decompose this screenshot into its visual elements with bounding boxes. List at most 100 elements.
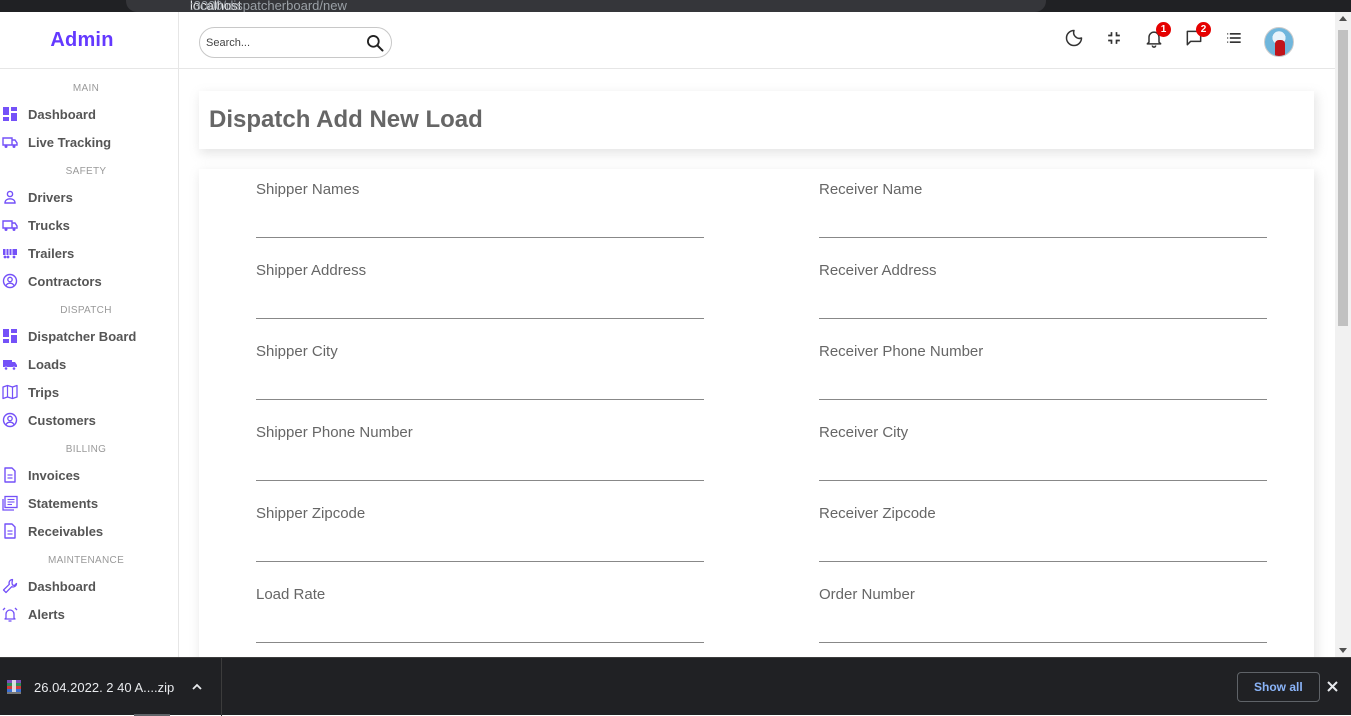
scroll-down-arrow-icon[interactable] (1339, 648, 1347, 653)
sidebar-section-main: MAIN (72, 83, 100, 94)
sidebar-item-label: Trailers (28, 245, 75, 261)
sidebar-item-maintenance-dashboard[interactable]: Dashboard (0, 572, 178, 600)
field-label: Receiver City (819, 424, 909, 441)
notifications-icon[interactable]: 1 (1144, 22, 1171, 48)
search-input[interactable] (206, 36, 361, 49)
alarm-icon (2, 606, 18, 622)
field-label: Receiver Zipcode (819, 505, 936, 522)
sidebar-item-main-live-tracking[interactable]: Live Tracking (0, 128, 178, 156)
search-icon[interactable] (365, 33, 385, 53)
field-receiver-name: Receiver Name (819, 181, 1267, 238)
sidebar-item-dispatch-trips[interactable]: Trips (0, 378, 178, 406)
load-rate-input[interactable] (256, 611, 704, 643)
receiver-phone-number-input[interactable] (819, 368, 1267, 400)
close-icon[interactable] (1325, 679, 1340, 694)
sidebar-item-label: Drivers (28, 189, 73, 205)
sidebar-item-label: Alerts (28, 606, 65, 622)
sidebar-item-safety-trailers[interactable]: Trailers (0, 239, 178, 267)
shipper-zipcode-input[interactable] (256, 530, 704, 562)
page-scrollbar[interactable] (1335, 12, 1351, 657)
field-shipper-city: Shipper City (256, 343, 704, 400)
field-order-number: Order Number (819, 586, 1267, 643)
field-label: Receiver Phone Number (819, 343, 984, 360)
logo[interactable]: Admin (0, 12, 178, 69)
sidebar-item-billing-invoices[interactable]: Invoices (0, 461, 178, 489)
sidebar: Admin MAIN Dashboard Live Tracking SAFETY Dr… (0, 12, 179, 657)
sidebar-item-safety-drivers[interactable]: Drivers (0, 183, 178, 211)
main-content: Dispatch Add New Load Shipper Names Shipp… (179, 69, 1335, 669)
field-label: Receiver Address (819, 262, 937, 279)
shipper-address-input[interactable] (256, 287, 704, 319)
receiver-city-input[interactable] (819, 449, 1267, 481)
receiver-address-input[interactable] (819, 287, 1267, 319)
sidebar-item-billing-statements[interactable]: Statements (0, 489, 178, 517)
download-item[interactable]: 26.04.2022. 2 40 A....zip (0, 658, 222, 716)
page-title: Dispatch Add New Load (209, 106, 483, 133)
sidebar-item-label: Trucks (28, 217, 70, 233)
sidebar-item-dispatch-loads[interactable]: Loads (0, 350, 178, 378)
receiver-zipcode-input[interactable] (819, 530, 1267, 562)
person-icon (2, 189, 18, 205)
topbar: 1 2 (179, 12, 1335, 69)
sidebar-item-dispatch-customers[interactable]: Customers (0, 406, 178, 434)
dashboard-icon (2, 328, 18, 344)
field-load-rate: Load Rate (256, 586, 704, 643)
chevron-up-icon[interactable] (190, 680, 204, 694)
order-number-input[interactable] (819, 611, 1267, 643)
wrench-icon (2, 578, 18, 594)
dark-mode-icon[interactable] (1064, 28, 1084, 48)
sidebar-item-dispatch-dispatcher-board[interactable]: Dispatcher Board (0, 322, 178, 350)
new-load-form: Shipper Names Shipper Address Shipper City… (199, 169, 1314, 669)
scroll-up-arrow-icon[interactable] (1339, 16, 1347, 21)
document-icon (2, 467, 18, 483)
notifications-badge: 1 (1156, 22, 1171, 37)
sidebar-item-safety-contractors[interactable]: Contractors (0, 267, 178, 295)
topbar-icons: 1 2 (1064, 22, 1264, 48)
sidebar-section-dispatch: DISPATCH (60, 305, 112, 316)
sidebar-item-billing-receivables[interactable]: Receivables (0, 517, 178, 545)
zip-file-icon (6, 678, 22, 696)
sidebar-item-maintenance-alerts[interactable]: Alerts (0, 600, 178, 628)
trailer-icon (2, 245, 18, 261)
shipper-phone-number-input[interactable] (256, 449, 704, 481)
sidebar-item-label: Dispatcher Board (28, 328, 137, 344)
chat-icon[interactable]: 2 (1184, 22, 1211, 48)
local-shipping-icon (2, 356, 18, 372)
sidebar-item-label: Dashboard (28, 578, 96, 594)
account-circle-icon (2, 412, 18, 428)
address-bar[interactable]: localhost:3000/dispatcherboard/new (126, 0, 1046, 12)
sidebar-item-label: Receivables (28, 523, 104, 539)
sidebar-section-billing: BILLING (65, 444, 107, 455)
field-label: Load Rate (256, 586, 326, 603)
download-file-name: 26.04.2022. 2 40 A....zip (34, 679, 175, 695)
sidebar-list: MAIN Dashboard Live Tracking SAFETY Drivers T… (0, 83, 178, 628)
account-circle-icon (2, 273, 18, 289)
sidebar-section-safety: SAFETY (65, 166, 107, 177)
field-receiver-city: Receiver City (819, 424, 1267, 481)
dashboard-icon (2, 106, 18, 122)
url-path: :3000/dispatcherboard/new (190, 0, 347, 12)
shipper-city-input[interactable] (256, 368, 704, 400)
messages-badge: 2 (1196, 22, 1211, 37)
receiver-name-input[interactable] (819, 206, 1267, 238)
statement-icon (2, 495, 18, 511)
field-label: Receiver Name (819, 181, 923, 198)
map-icon (2, 384, 18, 400)
sidebar-item-label: Loads (28, 356, 67, 372)
list-icon[interactable] (1224, 28, 1244, 48)
sidebar-item-safety-trucks[interactable]: Trucks (0, 211, 178, 239)
sidebar-item-label: Dashboard (28, 106, 96, 122)
logo-text: Admin (50, 28, 114, 51)
avatar[interactable] (1264, 27, 1294, 57)
sidebar-item-main-dashboard[interactable]: Dashboard (0, 100, 178, 128)
shipper-names-input[interactable] (256, 206, 704, 238)
scrollbar-thumb[interactable] (1338, 30, 1348, 326)
field-receiver-zipcode: Receiver Zipcode (819, 505, 1267, 562)
field-label: Shipper Zipcode (256, 505, 366, 522)
truck-icon (2, 134, 18, 150)
field-label: Shipper Phone Number (256, 424, 413, 441)
field-shipper-zipcode: Shipper Zipcode (256, 505, 704, 562)
fullscreen-exit-icon[interactable] (1104, 28, 1124, 48)
show-all-button[interactable]: Show all (1237, 672, 1320, 702)
field-receiver-phone-number: Receiver Phone Number (819, 343, 1267, 400)
